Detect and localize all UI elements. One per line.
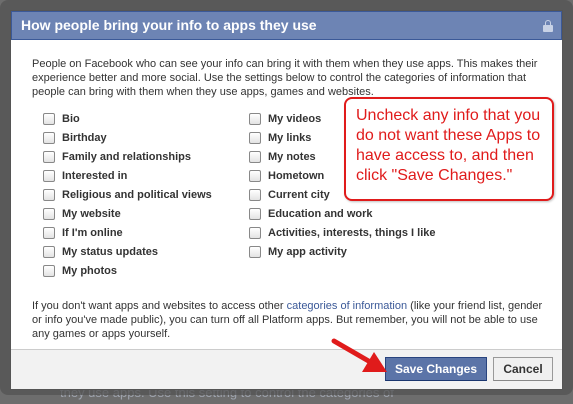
option-family-and-relationships[interactable]: Family and relationships xyxy=(43,147,212,166)
option-label: My app activity xyxy=(268,245,347,258)
option-label: Religious and political views xyxy=(62,188,212,201)
intro-text: People on Facebook who can see your info… xyxy=(32,58,538,98)
outro-text: If you don't want apps and websites to a… xyxy=(32,299,546,341)
checkbox[interactable] xyxy=(43,245,55,258)
option-label: Bio xyxy=(62,112,80,125)
checkbox[interactable] xyxy=(249,226,261,239)
checkbox[interactable] xyxy=(249,112,261,125)
option-my-website[interactable]: My website xyxy=(43,204,212,223)
option-label: My photos xyxy=(62,264,117,277)
options-left-column: Bio Birthday Family and relationships In… xyxy=(43,109,212,280)
checkbox[interactable] xyxy=(249,150,261,163)
option-label: Interested in xyxy=(62,169,128,182)
option-label: Activities, interests, things I like xyxy=(268,226,436,239)
outro-text-start: If you don't want apps and websites to a… xyxy=(32,300,287,312)
option-interested-in[interactable]: Interested in xyxy=(43,166,212,185)
checkbox[interactable] xyxy=(249,245,261,258)
dialog-title-bar: How people bring your info to apps they … xyxy=(11,11,562,40)
option-if-im-online[interactable]: If I'm online xyxy=(43,223,212,242)
option-label: My status updates xyxy=(62,245,158,258)
option-religious-and-political-views[interactable]: Religious and political views xyxy=(43,185,212,204)
checkbox[interactable] xyxy=(249,207,261,220)
categories-link[interactable]: categories of information xyxy=(287,300,407,312)
lock-icon xyxy=(543,20,553,32)
option-my-app-activity[interactable]: My app activity xyxy=(249,242,436,261)
option-activities-interests[interactable]: Activities, interests, things I like xyxy=(249,223,436,242)
dialog-title: How people bring your info to apps they … xyxy=(21,17,317,33)
checkbox[interactable] xyxy=(43,207,55,220)
checkbox[interactable] xyxy=(43,112,55,125)
option-label: My website xyxy=(62,207,121,220)
save-changes-button[interactable]: Save Changes xyxy=(385,357,487,381)
checkbox[interactable] xyxy=(43,188,55,201)
checkbox[interactable] xyxy=(43,169,55,182)
option-my-photos[interactable]: My photos xyxy=(43,261,212,280)
option-label: My notes xyxy=(268,150,316,163)
dialog-footer: Save Changes Cancel xyxy=(11,349,562,389)
option-my-status-updates[interactable]: My status updates xyxy=(43,242,212,261)
option-label: My videos xyxy=(268,112,322,125)
checkbox[interactable] xyxy=(43,150,55,163)
option-label: Education and work xyxy=(268,207,373,220)
cancel-button[interactable]: Cancel xyxy=(493,357,553,381)
option-label: Family and relationships xyxy=(62,150,191,163)
app-info-dialog: How people bring your info to apps they … xyxy=(10,10,563,390)
checkbox[interactable] xyxy=(43,131,55,144)
option-label: Hometown xyxy=(268,169,325,182)
checkbox[interactable] xyxy=(43,226,55,239)
checkbox[interactable] xyxy=(249,131,261,144)
option-label: If I'm online xyxy=(62,226,123,239)
option-label: Current city xyxy=(268,188,330,201)
option-label: Birthday xyxy=(62,131,107,144)
option-education-and-work[interactable]: Education and work xyxy=(249,204,436,223)
checkbox[interactable] xyxy=(249,188,261,201)
option-label: My links xyxy=(268,131,312,144)
checkbox[interactable] xyxy=(249,169,261,182)
annotation-callout: Uncheck any info that you do not want th… xyxy=(344,97,554,201)
checkbox[interactable] xyxy=(43,264,55,277)
option-bio[interactable]: Bio xyxy=(43,109,212,128)
option-birthday[interactable]: Birthday xyxy=(43,128,212,147)
